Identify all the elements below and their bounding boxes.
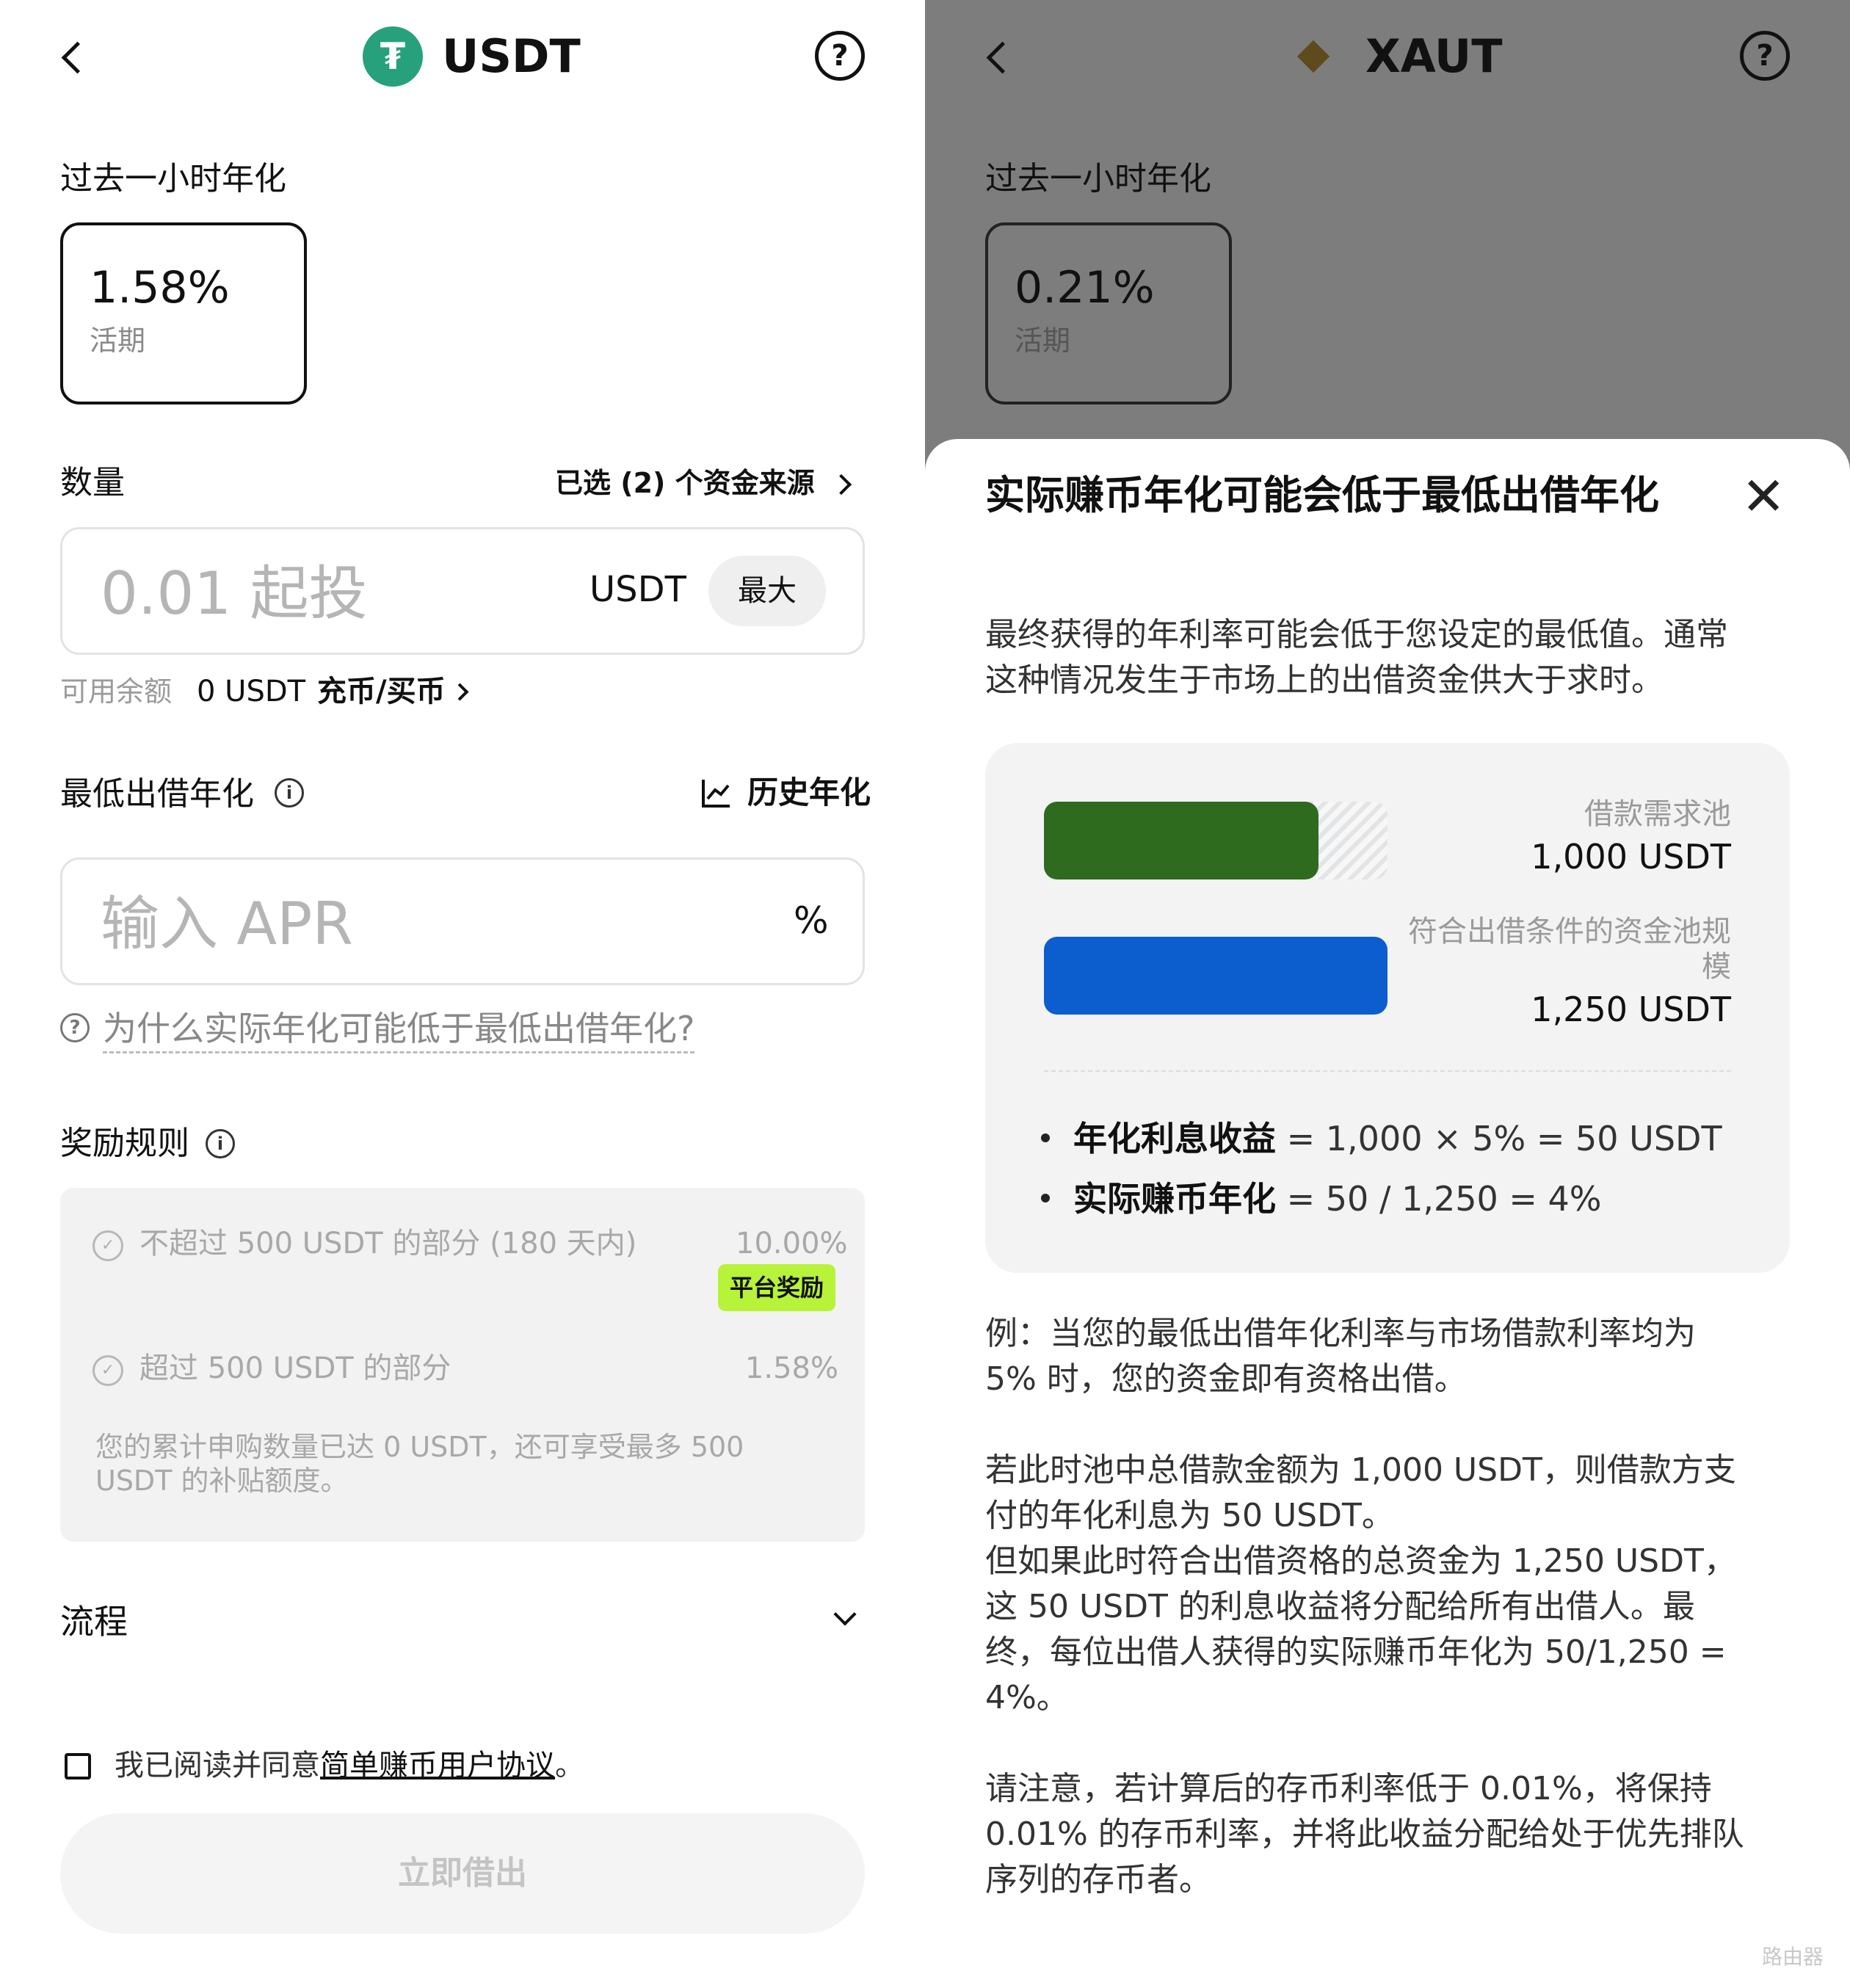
- reward-tier-text: 超过 500 USDT 的部分: [139, 1352, 451, 1385]
- explain-line: 若此时池中总借款金额为 1,000 USDT，则借款方支: [985, 1451, 1736, 1489]
- history-apr-link[interactable]: 历史年化: [747, 777, 871, 809]
- apr-unit: %: [794, 899, 829, 942]
- explain-line: 这 50 USDT 的利息收益将分配给所有出借人。最: [985, 1588, 1695, 1625]
- reward-rules-info-icon[interactable]: i: [206, 1129, 235, 1158]
- sheet-intro-line: 最终获得的年利率可能会低于您设定的最低值。通常: [985, 616, 1728, 653]
- chart-bar-remainder: [1308, 802, 1388, 879]
- left-screen-usdt: ₮ USDT ? 过去一小时年化 1.58% 活期 数量 已选 (2) 个资金来…: [0, 0, 925, 1988]
- min-apr-label: 最低出借年化: [60, 775, 254, 813]
- amount-currency: USDT: [590, 569, 686, 610]
- chart-bar: [1044, 802, 1318, 879]
- apr-option-card[interactable]: 0.21% 活期: [985, 222, 1232, 405]
- help-icon[interactable]: ?: [1740, 31, 1790, 81]
- apr-explanation-sheet: 实际赚币年化可能会低于最低出借年化 ✕ 最终获得的年利率可能会低于您设定的最低值…: [925, 439, 1850, 1988]
- page-title: USDT: [442, 29, 581, 83]
- deposit-link[interactable]: 充币/买币: [317, 675, 446, 708]
- usdt-coin-glyph: ₮: [380, 35, 406, 78]
- sheet-title: 实际赚币年化可能会低于最低出借年化: [985, 472, 1659, 518]
- agreement-prefix: 我已阅读并同意: [115, 1749, 320, 1782]
- amount-input[interactable]: 0.01 起投 USDT 最大: [60, 527, 865, 655]
- chart-tick-label: 模: [1702, 950, 1731, 984]
- apr-input-placeholder: 输入 APR: [101, 890, 353, 958]
- fund-source-chevron-icon[interactable]: [830, 474, 852, 496]
- page-title: XAUT: [1365, 29, 1503, 83]
- chart-line-icon[interactable]: [700, 777, 733, 809]
- apr-option-card[interactable]: 1.58% 活期: [60, 222, 307, 405]
- deposit-chevron-icon[interactable]: [451, 683, 469, 701]
- reward-tier-text: 不超过 500 USDT 的部分 (180 天内): [139, 1227, 637, 1260]
- formula-line: 实际赚币年化 = 50 / 1,250 = 4%: [1073, 1182, 1602, 1216]
- reward-rules-panel: ✓ 不超过 500 USDT 的部分 (180 天内) 10.00% 平台奖励 …: [60, 1188, 865, 1542]
- example-line: 5% 时，您的资金即有资格出借。: [985, 1360, 1467, 1398]
- explain-line: 终，每位出借人获得的实际赚币年化为 50/1,250 =: [985, 1633, 1727, 1671]
- apr-example-card: 借款需求池 1,000 USDT 符合出借条件的资金池规 模 1,250 USD…: [985, 743, 1790, 1273]
- formula-term: 年化利息收益: [1073, 1119, 1276, 1158]
- back-chevron-icon[interactable]: [61, 41, 94, 74]
- process-label: 流程: [60, 1602, 128, 1641]
- balance-label: 可用余额: [60, 675, 173, 708]
- explain-line: 付的年化利息为 50 USDT。: [985, 1497, 1394, 1534]
- example-line: 例：当您的最低出借年化利率与市场借款利率均为: [985, 1315, 1696, 1352]
- apr-rate-type: 活期: [90, 324, 146, 357]
- close-icon[interactable]: ✕: [1741, 470, 1785, 523]
- apr-input[interactable]: 输入 APR %: [60, 857, 865, 985]
- formula-line: 年化利息收益 = 1,000 × 5% = 50 USDT: [1073, 1122, 1722, 1156]
- chart-tick-label: 符合出借条件的资金池规: [1408, 915, 1731, 948]
- bullet-dot: [1041, 1133, 1050, 1142]
- chart-data-label: 1,250 USDT: [1531, 990, 1731, 1029]
- usdt-coin-icon: ₮: [363, 26, 423, 87]
- chart-bar: [1044, 937, 1388, 1015]
- formula-expression: = 50 / 1,250 = 4%: [1276, 1179, 1602, 1219]
- fund-source-link[interactable]: 已选 (2) 个资金来源: [555, 467, 815, 499]
- chart-tick-label: 借款需求池: [1584, 797, 1731, 831]
- max-button[interactable]: 最大: [708, 556, 826, 626]
- check-circle-icon: ✓: [92, 1355, 123, 1386]
- agreement-checkbox[interactable]: [65, 1753, 91, 1780]
- reward-tier-rate: 10.00%: [736, 1227, 848, 1260]
- question-icon: ?: [60, 1013, 90, 1042]
- explain-line: 4%。: [985, 1679, 1069, 1716]
- process-expand-chevron-icon[interactable]: [833, 1603, 857, 1626]
- amount-input-placeholder: 0.01 起投: [101, 559, 368, 628]
- apr-rate-type: 活期: [1015, 324, 1071, 357]
- agreement-suffix: 。: [555, 1749, 584, 1782]
- right-screen-xaut: ◆ XAUT ? 过去一小时年化 0.21% 活期 实际赚币年化可能会低于最低出…: [925, 0, 1850, 1988]
- lend-now-button[interactable]: 立即借出: [60, 1813, 865, 1934]
- reward-tier-rate: 1.58%: [744, 1352, 838, 1385]
- note-line: 序列的存币者。: [985, 1861, 1211, 1898]
- help-icon[interactable]: ?: [815, 31, 865, 81]
- note-line: 0.01% 的存币利率，并将此收益分配给处于优先排队: [985, 1815, 1744, 1853]
- bullet-dot: [1041, 1194, 1050, 1202]
- chart-data-label: 1,000 USDT: [1531, 837, 1731, 877]
- formula-term: 实际赚币年化: [1073, 1179, 1276, 1219]
- apr-rate-value: 0.21%: [1015, 262, 1155, 313]
- amount-label: 数量: [60, 464, 125, 501]
- card-divider: [1044, 1070, 1731, 1072]
- sheet-intro-line: 这种情况发生于市场上的出借资金供大于求时。: [985, 661, 1664, 699]
- why-apr-lower-link[interactable]: 为什么实际年化可能低于最低出借年化?: [103, 1010, 695, 1053]
- explain-line: 但如果此时符合出借资格的总资金为 1,250 USDT，: [985, 1542, 1736, 1580]
- watermark-text: 路由器: [1762, 1945, 1824, 1969]
- min-apr-info-icon[interactable]: i: [275, 778, 304, 808]
- formula-expression: = 1,000 × 5% = 50 USDT: [1276, 1119, 1722, 1158]
- apr-rate-value: 1.58%: [90, 262, 230, 313]
- check-circle-icon: ✓: [92, 1230, 123, 1261]
- note-line: 请注意，若计算后的存币利率低于 0.01%，将保持: [985, 1770, 1712, 1807]
- balance-value: 0 USDT: [197, 675, 306, 708]
- reward-rules-label: 奖励规则: [60, 1125, 189, 1162]
- back-chevron-icon[interactable]: [986, 41, 1019, 74]
- apr-section-label: 过去一小时年化: [985, 160, 1211, 197]
- user-agreement-link[interactable]: 简单赚币用户协议: [320, 1749, 555, 1782]
- agreement-text: 我已阅读并同意简单赚币用户协议。: [115, 1749, 584, 1782]
- reward-note-line: 您的累计申购数量已达 0 USDT，还可享受最多 500: [95, 1431, 744, 1463]
- reward-note-line: USDT 的补贴额度。: [95, 1465, 349, 1497]
- xaut-coin-icon: ◆: [1296, 28, 1330, 78]
- apr-section-label: 过去一小时年化: [60, 160, 286, 197]
- platform-reward-badge: 平台奖励: [718, 1264, 835, 1311]
